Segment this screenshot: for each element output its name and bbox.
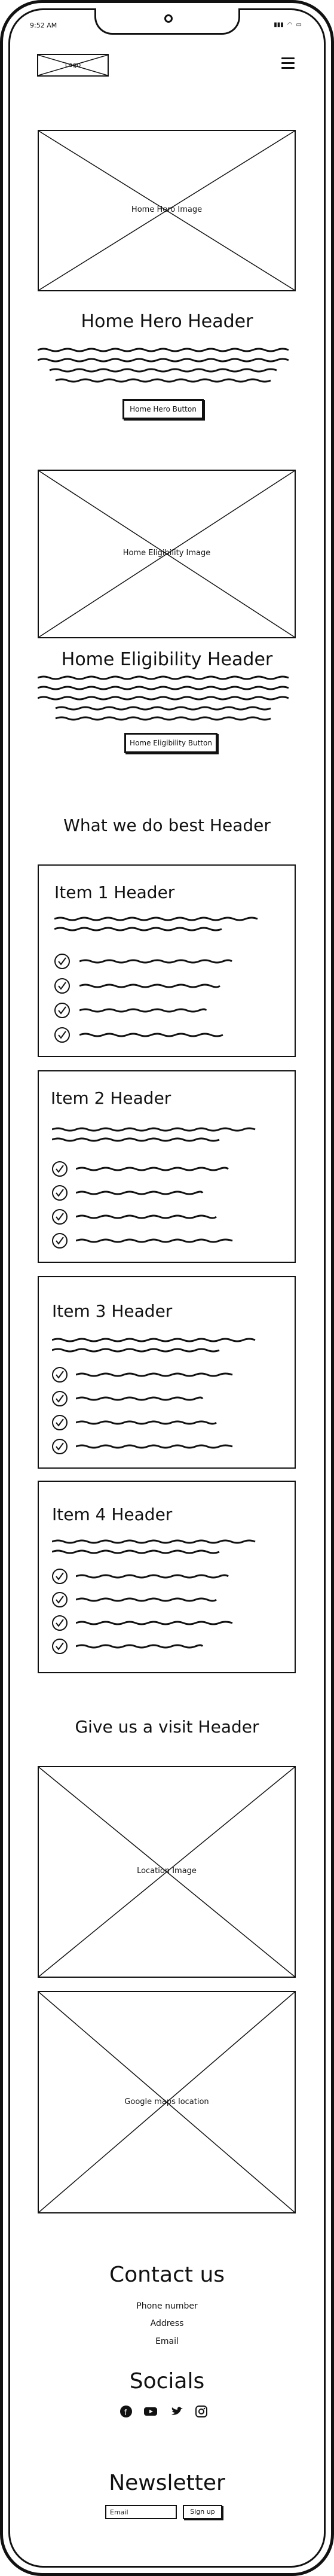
service-card-title: Item 2 Header: [51, 1088, 171, 1108]
service-card-title: Item 3 Header: [52, 1301, 173, 1321]
check-icon: [52, 1569, 68, 1584]
feature-text: [76, 1167, 229, 1171]
visit-title: Give us a visit Header: [75, 1717, 259, 1737]
instagram-icon[interactable]: [195, 2405, 208, 2421]
socials-title: Socials: [129, 2369, 205, 2394]
facebook-icon[interactable]: f: [119, 2405, 133, 2421]
logo-label: Logo: [65, 61, 81, 69]
contact-phone[interactable]: Phone number: [0, 2301, 334, 2311]
newsletter-email-input[interactable]: Email: [105, 2505, 177, 2519]
check-icon: [52, 1233, 68, 1249]
feature-text: [79, 983, 220, 988]
hero-image-label: Home Hero Image: [131, 205, 203, 214]
check-icon: [54, 1003, 70, 1018]
location-image-label: Location Image: [137, 1866, 197, 1875]
check-icon: [52, 1391, 68, 1406]
service-card-body-text: [54, 916, 258, 931]
feature-text: [76, 1214, 217, 1219]
feature-text: [76, 1597, 217, 1602]
newsletter-signup-button[interactable]: Sign up: [183, 2505, 222, 2519]
hero-title: Home Hero Header: [81, 311, 253, 332]
service-card-4: Item 4 Header: [38, 1481, 296, 1673]
check-icon: [54, 1027, 70, 1043]
contact-title: Contact us: [109, 2263, 225, 2287]
feature-text: [76, 1574, 229, 1579]
contact-email[interactable]: Email: [0, 2337, 334, 2346]
feature-text: [76, 1372, 233, 1377]
service-card-body-text: [52, 1127, 256, 1142]
twitter-icon[interactable]: [170, 2405, 185, 2421]
youtube-icon[interactable]: [143, 2405, 158, 2421]
feature-text: [79, 959, 232, 964]
check-icon: [52, 1209, 68, 1225]
eligibility-image-label: Home Eligibility Image: [122, 549, 211, 558]
check-icon: [52, 1415, 68, 1430]
check-icon: [52, 1439, 68, 1454]
svg-text:f: f: [124, 2407, 127, 2417]
eligibility-button[interactable]: Home Eligibility Button: [124, 733, 217, 753]
eligibility-title: Home Eligibility Header: [61, 649, 273, 670]
location-image: Location Image: [38, 1766, 296, 1978]
hero-button[interactable]: Home Hero Button: [122, 399, 204, 419]
check-icon: [52, 1639, 68, 1654]
services-title: What we do best Header: [63, 815, 271, 835]
feature-text: [76, 1444, 233, 1449]
check-icon: [54, 954, 70, 969]
check-icon: [52, 1367, 68, 1383]
signal-icon: ▮▮▮: [274, 22, 284, 28]
status-icons: ▮▮▮ ◠ ▭: [274, 22, 302, 28]
feature-text: [76, 1644, 204, 1649]
service-card-1: Item 1 Header: [38, 864, 296, 1057]
check-icon: [52, 1185, 68, 1201]
contact-address: Address: [150, 2319, 184, 2328]
service-card-body-text: [52, 1338, 256, 1353]
google-map[interactable]: Google maps location: [38, 1991, 296, 2213]
feature-text: [76, 1396, 204, 1401]
service-card-body-text: [52, 1539, 256, 1554]
service-card-title: Item 1 Header: [54, 882, 175, 902]
feature-text: [79, 1008, 207, 1013]
logo[interactable]: Logo: [37, 54, 109, 77]
battery-icon: ▭: [296, 22, 302, 28]
service-card-2: Item 2 Header: [38, 1070, 296, 1263]
check-icon: [54, 978, 70, 994]
feature-text: [76, 1420, 217, 1425]
hero-body-text: [38, 348, 289, 383]
status-time: 9:52 AM: [30, 22, 57, 29]
phone-notch: [94, 8, 240, 35]
wifi-icon: ◠: [287, 22, 293, 28]
feature-text: [79, 1033, 223, 1037]
eligibility-body-text: [38, 675, 289, 721]
map-label: Google maps location: [124, 2097, 209, 2106]
hamburger-menu-icon[interactable]: [281, 57, 295, 69]
feature-text: [76, 1238, 233, 1243]
service-card-3: Item 3 Header: [38, 1276, 296, 1469]
check-icon: [52, 1161, 68, 1177]
check-icon: [52, 1615, 68, 1631]
service-card-title: Item 4 Header: [52, 1505, 173, 1524]
hero-image: Home Hero Image: [38, 130, 296, 291]
camera-icon: [164, 14, 173, 23]
check-icon: [52, 1592, 68, 1607]
feature-text: [76, 1621, 233, 1625]
newsletter-title: Newsletter: [109, 2471, 225, 2495]
feature-text: [76, 1190, 204, 1195]
eligibility-image: Home Eligibility Image: [38, 470, 296, 638]
